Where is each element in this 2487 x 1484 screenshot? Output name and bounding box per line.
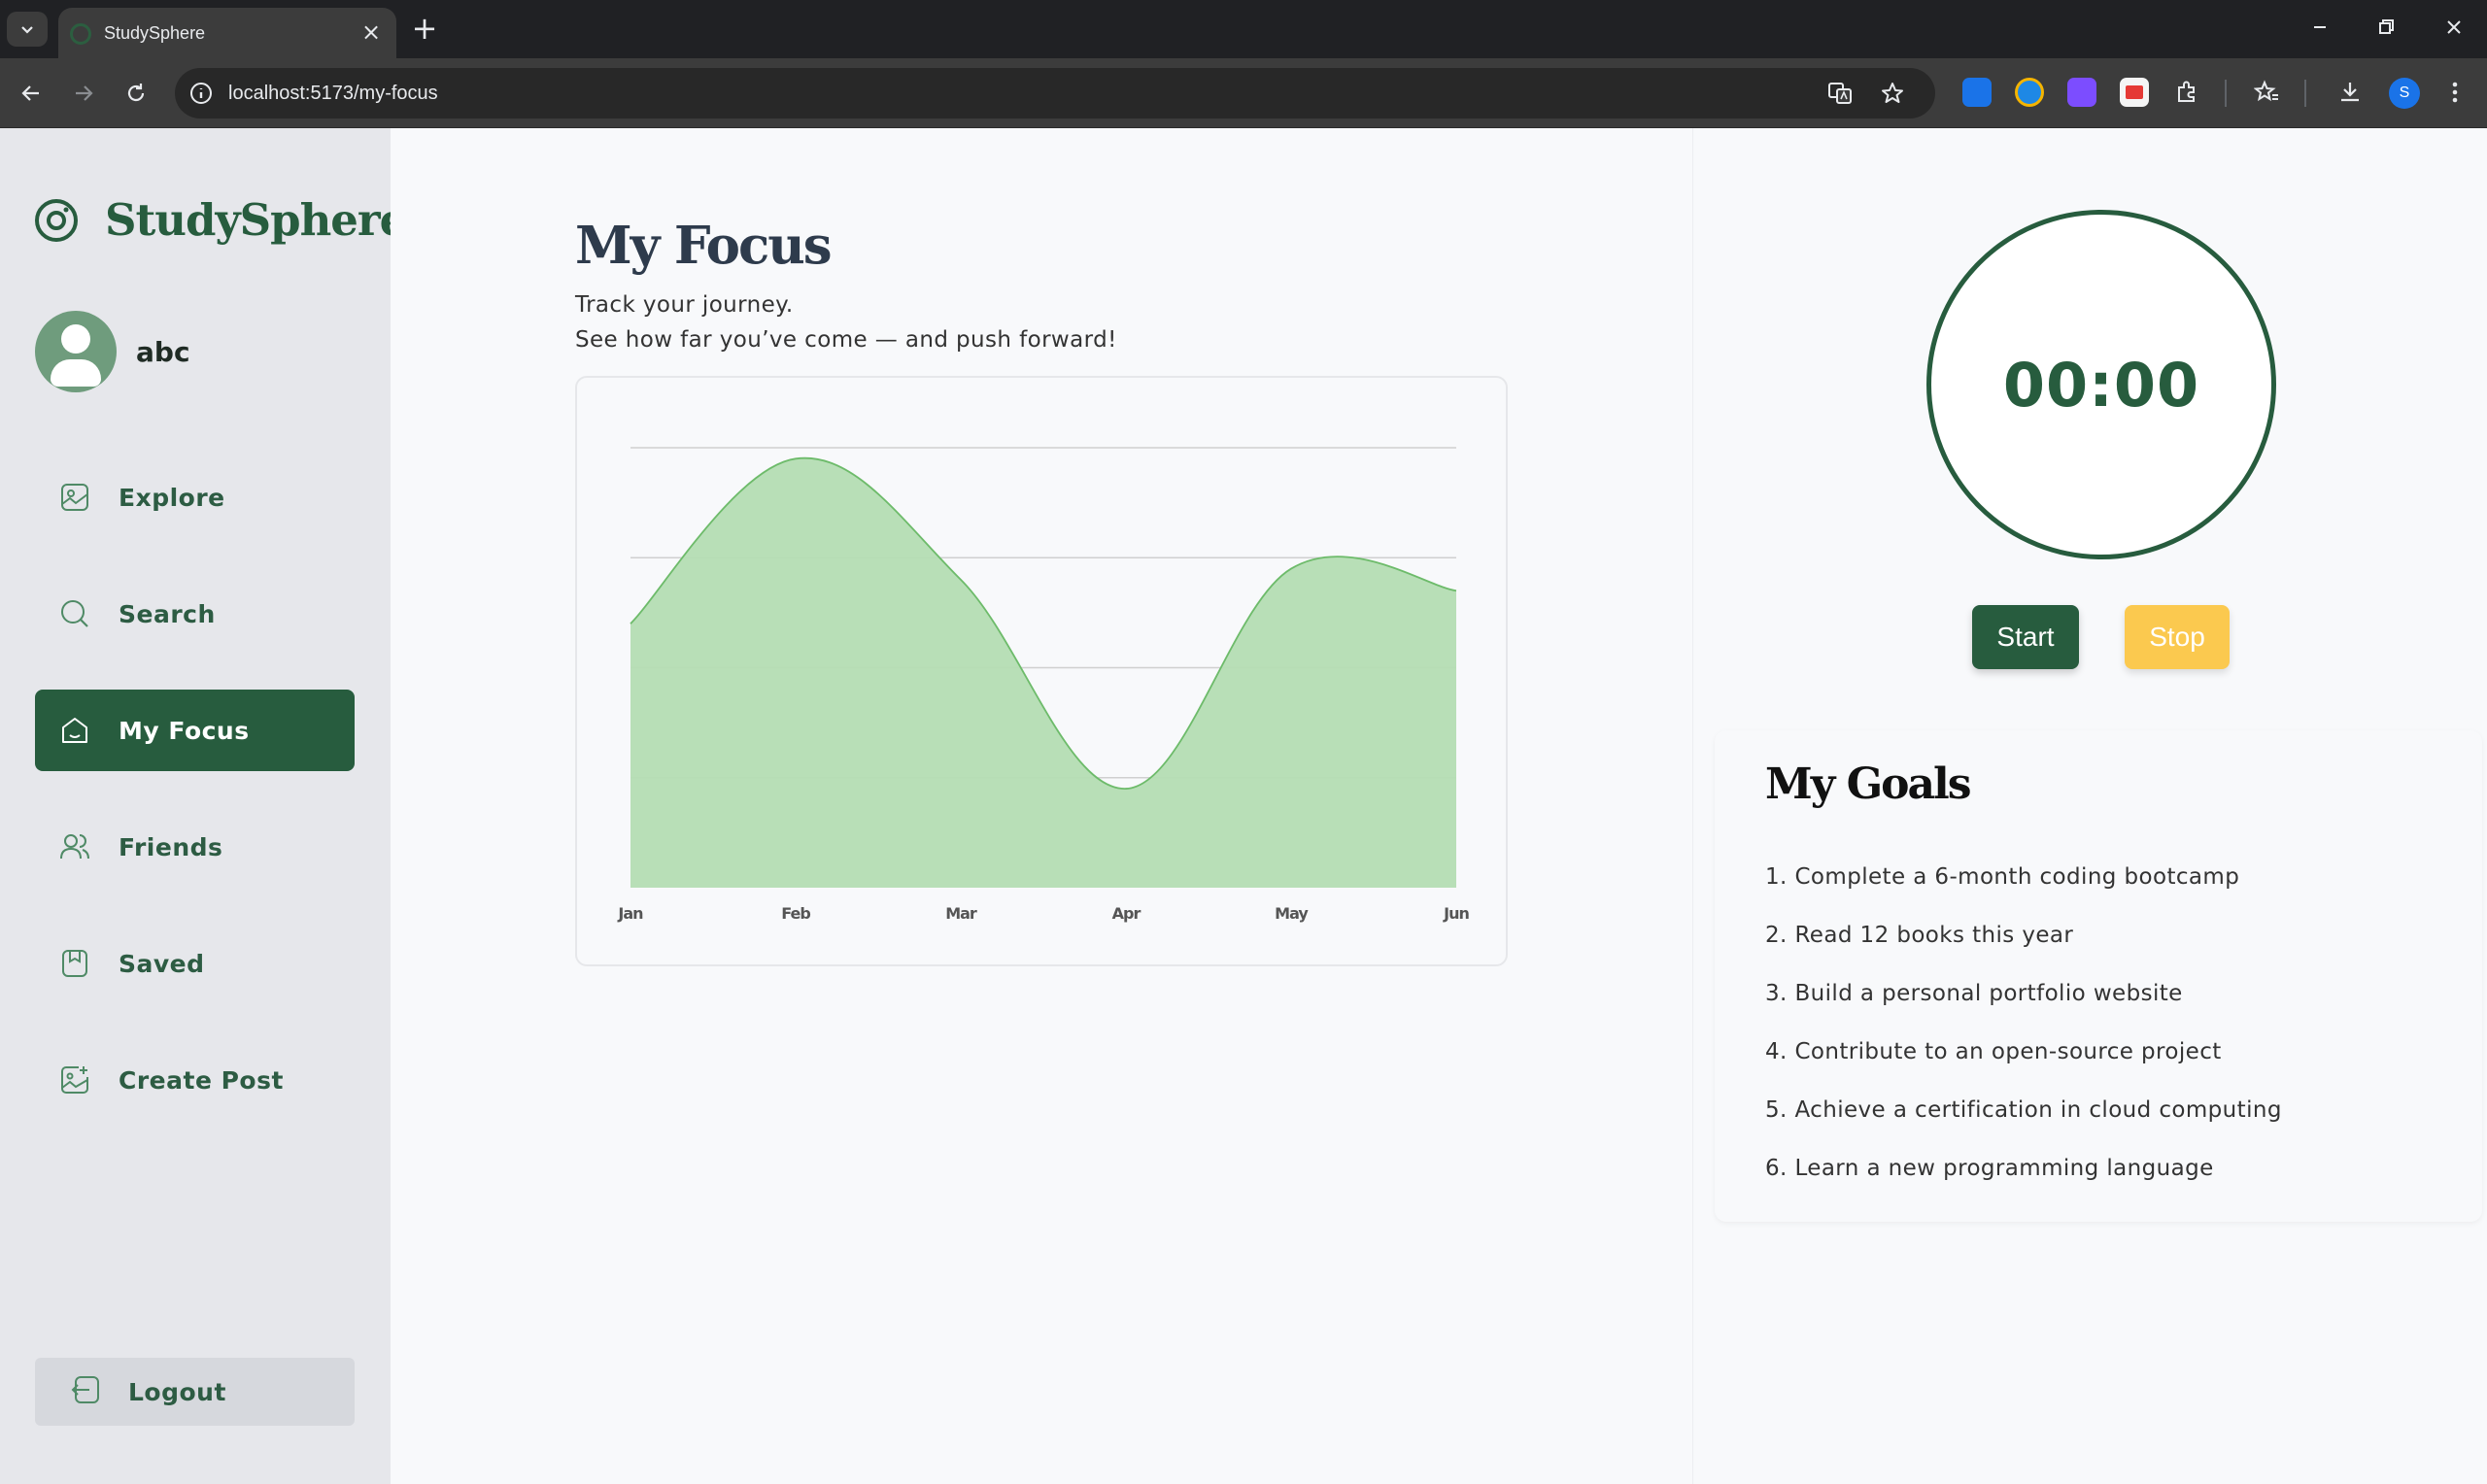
browser-toolbar: localhost:5173/my-focus S	[0, 58, 2487, 128]
x-tick-label: Jan	[617, 904, 643, 923]
user-profile[interactable]: abc	[35, 311, 190, 392]
x-tick-label: May	[1275, 904, 1309, 923]
x-tick-label: Jun	[1443, 904, 1469, 923]
goal-item: 6. Learn a new programming language	[1765, 1156, 2214, 1181]
goal-item: 5. Achieve a certification in cloud comp…	[1765, 1097, 2282, 1123]
bookmarks-icon[interactable]	[2252, 78, 2281, 107]
sidebar-item-explore[interactable]: Explore	[35, 456, 355, 538]
avatar	[35, 311, 117, 392]
bookmark-icon	[58, 947, 91, 980]
brand-logo-icon	[35, 198, 78, 242]
browser-tab[interactable]: StudySphere ×	[58, 8, 396, 58]
kebab-menu-icon[interactable]	[2440, 78, 2470, 107]
main-content: My Focus Track your journey. See how far…	[391, 128, 1692, 1484]
sidebar-item-my-focus[interactable]: My Focus	[35, 690, 355, 771]
address-bar[interactable]: localhost:5173/my-focus	[175, 68, 1935, 118]
translate-extension-icon[interactable]	[1962, 78, 1992, 107]
x-tick-label: Mar	[945, 904, 977, 923]
translate-icon[interactable]	[1826, 80, 1854, 107]
sidebar-item-saved[interactable]: Saved	[35, 923, 355, 1004]
goal-item: 1. Complete a 6-month coding bootcamp	[1765, 864, 2240, 890]
tab-title: StudySphere	[104, 23, 206, 43]
download-icon[interactable]	[2335, 78, 2365, 107]
favicon-icon	[70, 23, 91, 45]
focus-chart-card: Jan Feb Mar Apr May Jun	[575, 376, 1508, 966]
arrow-right-icon	[76, 85, 93, 101]
right-panel: 00:00 Start Stop My Goals 1. Complete a …	[1692, 128, 2487, 1484]
sidebar-item-label: Friends	[119, 832, 223, 861]
sidebar-item-label: Explore	[119, 483, 225, 512]
goals-card: My Goals 1. Complete a 6-month coding bo…	[1715, 730, 2482, 1222]
subtitle-line-2: See how far you’ve come — and push forwa…	[575, 327, 1117, 353]
image-plus-icon	[58, 1063, 91, 1096]
color-extension-icon[interactable]	[2015, 78, 2044, 107]
focus-area-chart: Jan Feb Mar Apr May Jun	[617, 447, 1470, 923]
new-tab-button[interactable]: +	[408, 13, 441, 47]
sidebar-item-search[interactable]: Search	[35, 573, 355, 655]
site-info-icon[interactable]	[188, 81, 214, 106]
focus-timer: 00:00	[1926, 210, 2276, 559]
stop-button[interactable]: Stop	[2125, 605, 2230, 669]
x-tick-label: Apr	[1112, 904, 1141, 923]
arrow-left-icon	[21, 85, 39, 101]
sidebar-item-create-post[interactable]: Create Post	[35, 1039, 355, 1121]
purple-extension-icon[interactable]	[2067, 78, 2096, 107]
close-window-icon[interactable]	[2435, 14, 2473, 45]
page-title: My Focus	[575, 216, 833, 276]
sidebar-item-label: Search	[119, 599, 216, 628]
sidebar-item-label: My Focus	[119, 716, 250, 745]
sidebar: StudySphere abc Explore Search My Focus …	[0, 128, 407, 1484]
area-fill	[630, 457, 1456, 888]
sidebar-item-friends[interactable]: Friends	[35, 806, 355, 888]
reload-icon	[127, 84, 145, 102]
goal-item: 2. Read 12 books this year	[1765, 923, 2074, 948]
timer-display: 00:00	[2002, 349, 2200, 421]
username: abc	[136, 335, 190, 368]
url-text: localhost:5173/my-focus	[228, 83, 438, 104]
home-icon	[58, 714, 91, 747]
sidebar-item-label: Create Post	[119, 1065, 284, 1095]
logout-label: Logout	[128, 1377, 226, 1406]
brand-logo[interactable]: StudySphere	[33, 194, 407, 246]
forward-button[interactable]	[64, 74, 103, 113]
reload-button[interactable]	[117, 74, 155, 113]
restore-icon[interactable]	[2367, 14, 2405, 45]
bookmark-star-icon[interactable]	[1879, 80, 1906, 107]
puzzle-extensions-icon[interactable]	[2172, 78, 2201, 107]
logout-icon	[70, 1374, 101, 1409]
back-button[interactable]	[12, 74, 51, 113]
brand-name: StudySphere	[105, 194, 407, 246]
close-tab-icon[interactable]: ×	[359, 20, 383, 45]
start-button[interactable]: Start	[1972, 605, 2079, 669]
goals-title: My Goals	[1765, 759, 1972, 809]
goal-item: 4. Contribute to an open-source project	[1765, 1039, 2222, 1064]
goal-item: 3. Build a personal portfolio website	[1765, 981, 2183, 1006]
tab-search-button[interactable]	[7, 12, 48, 47]
toolbar-divider	[2304, 80, 2306, 107]
pdf-extension-icon[interactable]	[2120, 78, 2149, 107]
sidebar-item-label: Saved	[119, 949, 205, 978]
minimize-icon[interactable]	[2300, 14, 2339, 45]
toolbar-divider	[2225, 80, 2227, 107]
search-icon	[58, 597, 91, 630]
users-icon	[58, 830, 91, 863]
subtitle-line-1: Track your journey.	[575, 292, 794, 318]
image-frame-icon	[58, 481, 91, 514]
page-subtitle: Track your journey. See how far you’ve c…	[575, 287, 1117, 357]
x-tick-label: Feb	[781, 904, 810, 923]
chevron-down-icon	[21, 26, 33, 34]
logout-button[interactable]: Logout	[35, 1358, 355, 1426]
profile-avatar[interactable]: S	[2389, 78, 2420, 109]
browser-tab-bar: StudySphere × +	[0, 0, 2487, 58]
